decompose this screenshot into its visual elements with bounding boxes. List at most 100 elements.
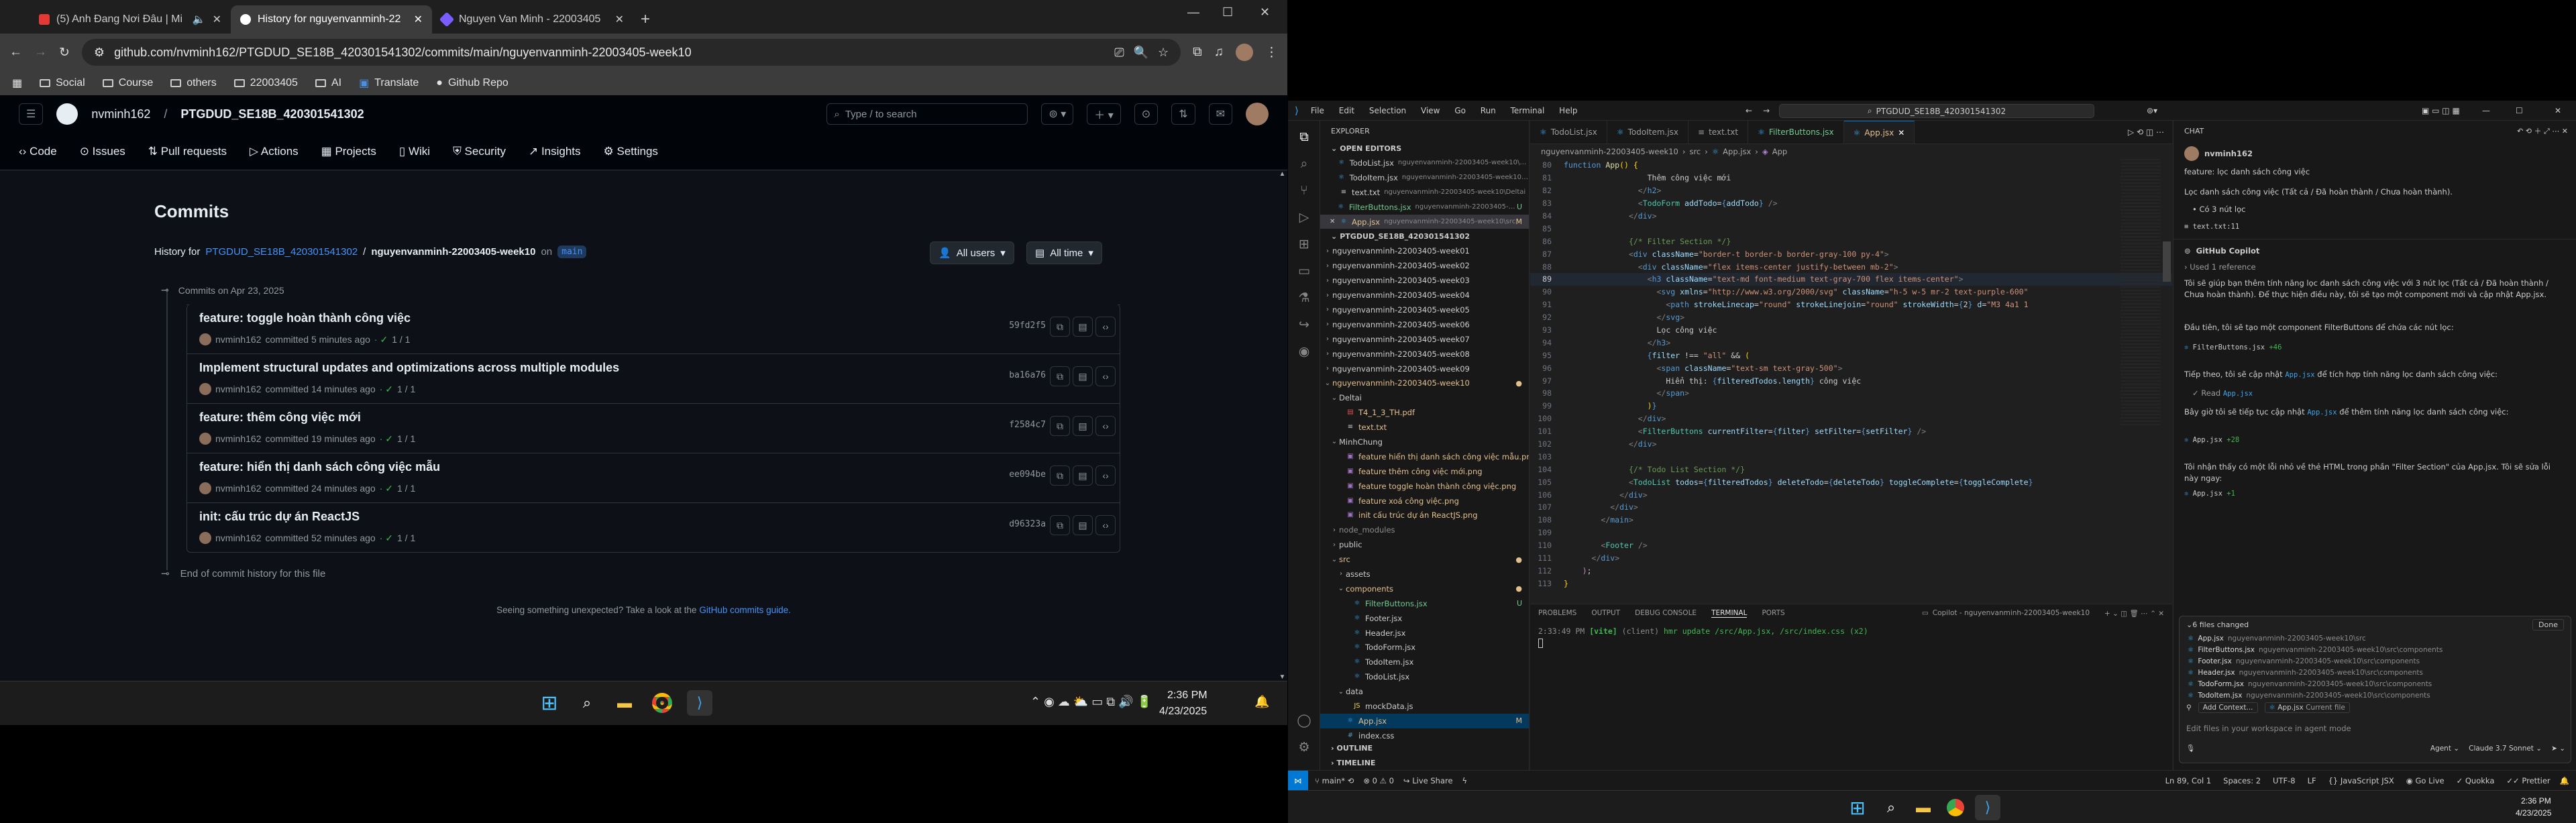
copy-sha-icon[interactable]: ⧉ <box>1050 317 1070 337</box>
history-repo-link[interactable]: PTGDUD_SE18B_420301541302 <box>205 246 358 258</box>
tree-folder[interactable]: › assets <box>1320 567 1529 582</box>
vscode-icon[interactable]: ⟩ <box>1975 795 2000 820</box>
tab-insights[interactable]: ↗ Insights <box>529 145 581 158</box>
checks-count[interactable]: 1 / 1 <box>397 433 415 444</box>
add-context-button[interactable]: Add Context... <box>2198 702 2258 713</box>
all-users-filter[interactable]: 👤 All users ▾ <box>930 241 1014 264</box>
bookmark-star-icon[interactable]: ☆ <box>1158 46 1169 60</box>
open-editor-item[interactable]: ⚛ FilterButtons.jsx nguyenvanminh-22003405… <box>1320 200 1529 215</box>
terminal-selector[interactable]: ▭ Copilot - nguyenvanminh-22003405-week10 <box>1922 609 2090 617</box>
speaker-icon[interactable]: 🔈 <box>193 13 206 26</box>
copy-sha-icon[interactable]: ⧉ <box>1050 366 1070 386</box>
commit-author[interactable]: nvminh162 <box>215 483 262 494</box>
checks-count[interactable]: 1 / 1 <box>397 483 415 494</box>
accounts-icon[interactable]: ◯ <box>1295 711 1313 730</box>
inbox-icon[interactable]: ✉ <box>1208 103 1232 125</box>
page-scrollbar[interactable]: ▲ ▼ <box>1277 170 1287 681</box>
send-icon[interactable]: ➤ ⌄ <box>2551 745 2565 753</box>
commit-author[interactable]: nvminh162 <box>215 334 262 345</box>
tab-projects[interactable]: ▦ Projects <box>321 145 376 158</box>
menu-view[interactable]: View <box>1421 106 1440 115</box>
bookmark-social[interactable]: Social <box>40 77 85 89</box>
view-code-icon[interactable]: ‹› <box>1095 515 1116 535</box>
breadcrumb-item[interactable]: App <box>1772 147 1787 156</box>
user-avatar[interactable] <box>1246 103 1269 125</box>
tab-wiki[interactable]: ▯ Wiki <box>399 145 430 158</box>
maximize-icon[interactable]: ☐ <box>1222 5 1233 19</box>
tree-folder[interactable]: › nguyenvanminh-22003405-week08 <box>1320 347 1529 362</box>
commit-title-link[interactable]: init: cấu trúc dự án ReactJS <box>199 510 1108 524</box>
file-explorer-icon[interactable]: ▬ <box>1911 795 1936 820</box>
tree-file[interactable]: ▣ init cấu trúc dự án ReactJS.png <box>1320 508 1529 523</box>
file-explorer-icon[interactable]: ▬ <box>612 690 637 716</box>
open-editor-item[interactable]: ≡ text.txt nguyenvanminh-22003405-week10\D… <box>1320 185 1529 200</box>
tab-output[interactable]: OUTPUT <box>1591 609 1620 617</box>
remote-explorer-icon[interactable]: ▭ <box>1295 262 1313 280</box>
tree-folder[interactable]: › nguyenvanminh-22003405-week03 <box>1320 273 1529 288</box>
tree-file[interactable]: ▣ feature xoá công việc.png <box>1320 494 1529 508</box>
branch-indicator[interactable]: ⑂ main* ⟲ <box>1315 776 1354 785</box>
file-link[interactable]: App.jsx <box>2223 390 2253 398</box>
tab-pull-requests[interactable]: ⇅ Pull requests <box>148 145 227 158</box>
browser-tab-music[interactable]: (5) Anh Đang Nơi Đâu | Mi 🔈 ✕ <box>30 5 231 34</box>
install-app-icon[interactable]: ⎚ <box>1114 46 1124 60</box>
repo-owner-link[interactable]: nvminh162 <box>91 107 150 121</box>
menu-selection[interactable]: Selection <box>1369 106 1406 115</box>
commit-title-link[interactable]: feature: toggle hoàn thành công việc <box>199 311 1108 325</box>
open-editors-header[interactable]: ⌄ OPEN EDITORS <box>1320 141 1529 156</box>
commit-title-link[interactable]: feature: thêm công việc mới <box>199 410 1108 425</box>
copilot-icon[interactable]: ⊚▾ <box>2147 106 2157 115</box>
run-debug-icon[interactable]: ▷ <box>1295 208 1313 227</box>
bookmark-translate[interactable]: ▣ Translate <box>359 76 419 90</box>
profile-avatar[interactable] <box>1236 44 1253 61</box>
commit-title-link[interactable]: feature: hiển thị danh sách công việc mẫ… <box>199 460 1108 474</box>
scrollbar-up-icon[interactable]: ▲ <box>1277 170 1287 178</box>
clock-time[interactable]: 2:36 PM <box>2521 796 2551 806</box>
done-button[interactable]: Done <box>2532 618 2564 630</box>
clock-time[interactable]: 2:36 PM <box>1167 690 1208 702</box>
breadcrumb-item[interactable]: nguyenvanminh-22003405-week10 <box>1541 147 1678 156</box>
view-code-icon[interactable]: ‹› <box>1095 465 1116 486</box>
testing-icon[interactable]: ⚗ <box>1295 288 1313 307</box>
edited-file-chip[interactable]: ⚛ FilterButtons.jsx +46 <box>2184 342 2567 353</box>
notifications-icon[interactable]: 🔔 <box>2560 776 2569 785</box>
bookmark-ai[interactable]: AI <box>315 77 341 89</box>
forward-icon[interactable]: → <box>34 45 47 60</box>
commits-guide-link[interactable]: GitHub commits guide. <box>699 605 791 615</box>
panel-actions-icons[interactable]: + ⌄ ◫ 🗑 ⋯ ⌃ ✕ <box>2104 609 2172 618</box>
command-center-search[interactable]: ⌕ PTGDUD_SE18B_420301541302 <box>1779 104 2094 118</box>
tab-settings[interactable]: ⚙ Settings <box>604 145 658 158</box>
encoding[interactable]: UTF-8 <box>2273 776 2296 785</box>
commit-author[interactable]: nvminh162 <box>215 533 262 543</box>
chat-input[interactable]: Edit files in your workspace in agent mo… <box>2186 724 2562 733</box>
chrome-icon[interactable] <box>1943 795 1968 820</box>
menu-edit[interactable]: Edit <box>1339 106 1354 115</box>
bookmark-others[interactable]: others <box>170 77 217 89</box>
menu-run[interactable]: Run <box>1481 106 1496 115</box>
url-text[interactable]: github.com/nvminh162/PTGDUD_SE18B_420301… <box>114 46 692 60</box>
browse-files-icon[interactable]: ▤ <box>1073 416 1093 436</box>
editor-tab-active[interactable]: ⚛ App.jsx ✕ <box>1843 121 1915 144</box>
tree-folder[interactable]: › nguyenvanminh-22003405-week02 <box>1320 258 1529 273</box>
go-live-button[interactable]: ◉ Go Live <box>2406 776 2445 785</box>
changed-file-item[interactable]: ⚛ App.jsx nguyenvanminh-22003405-week10\sr… <box>2180 633 2571 644</box>
tree-folder[interactable]: › nguyenvanminh-22003405-week05 <box>1320 303 1529 317</box>
changed-files-header[interactable]: ⌄ 6 files changed Done <box>2180 616 2571 633</box>
pull-requests-icon[interactable]: ⇅ <box>1171 103 1195 125</box>
search-icon[interactable]: ⌕ <box>1878 795 1904 820</box>
view-code-icon[interactable]: ‹› <box>1095 317 1116 337</box>
search-icon[interactable]: ⌕ <box>574 690 600 716</box>
extensions-icon[interactable]: ⊞ <box>1295 235 1313 254</box>
tree-folder[interactable]: ⌄ MinhChung <box>1320 435 1529 449</box>
tree-file[interactable]: ▣ feature hiển thị danh sách công việc mẫ… <box>1320 449 1529 464</box>
copilot-icon[interactable]: ⊚ ▾ <box>1041 103 1074 125</box>
view-code-icon[interactable]: ‹› <box>1095 416 1116 436</box>
menu-file[interactable]: File <box>1311 106 1324 115</box>
tree-file[interactable]: ▣ feature thêm công việc mới.png <box>1320 464 1529 479</box>
browse-files-icon[interactable]: ▤ <box>1073 515 1093 535</box>
minimap[interactable] <box>2121 159 2161 427</box>
tab-problems[interactable]: PROBLEMS <box>1538 609 1576 617</box>
tab-security[interactable]: ⛨ Security <box>453 145 506 158</box>
tree-file[interactable]: ⚛ App.jsx M <box>1320 713 1529 728</box>
code-editor[interactable]: 80 function App() {81 Thêm công việc mới 8… <box>1530 159 2172 604</box>
